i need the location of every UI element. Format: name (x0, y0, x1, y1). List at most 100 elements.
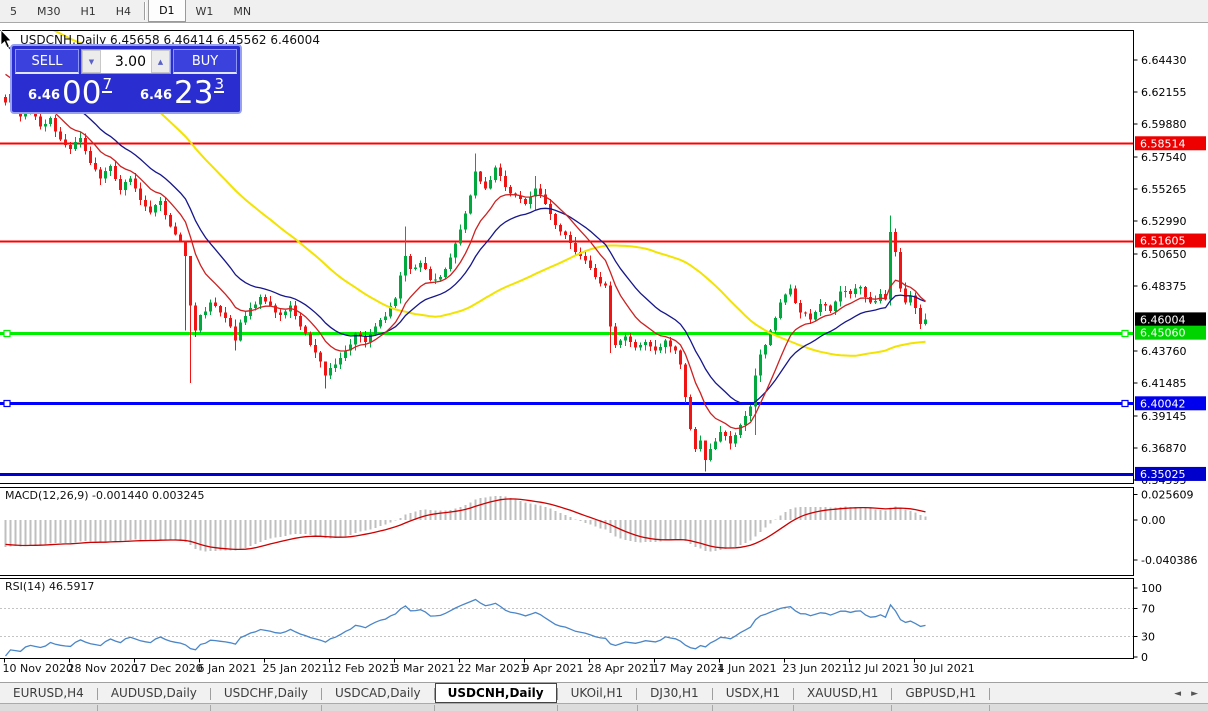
strip-separator (321, 705, 322, 711)
macd-tick-label: 0.00 (1141, 514, 1166, 527)
strip-separator (793, 705, 794, 711)
tab-scroll-left-button[interactable]: ◄ (1174, 689, 1181, 699)
strip-separator (557, 705, 558, 711)
date-tick-label: 28 Nov 2020 (68, 662, 138, 675)
symbol-tab-usdx[interactable]: USDX,H1 (713, 684, 793, 703)
date-tick-label: 9 Apr 2021 (523, 662, 584, 675)
price-level-label: 6.45060 (1140, 327, 1186, 340)
strip-separator (210, 705, 211, 711)
buy-price-prefix: 6.46 (140, 88, 172, 103)
price-tick-label: 6.64430 (1141, 54, 1187, 67)
sell-price-prefix: 6.46 (28, 88, 60, 103)
date-tick-label: 4 Jun 2021 (718, 662, 777, 675)
date-tick-label: 28 Apr 2021 (588, 662, 656, 675)
strip-separator (97, 705, 98, 711)
sell-price[interactable]: 6.46 00 7 (15, 76, 125, 109)
timeframe-button-d1[interactable]: D1 (148, 0, 185, 22)
price-tick-label: 6.57540 (1141, 151, 1187, 164)
volume-input[interactable] (101, 50, 151, 73)
price-level-label: 6.46004 (1140, 313, 1186, 326)
price-level-label: 6.40042 (1140, 397, 1186, 410)
price-tick-label: 6.36870 (1141, 442, 1187, 455)
buy-price-pips: 23 (174, 79, 213, 107)
symbol-tab-ukoil[interactable]: UKOil,H1 (558, 684, 637, 703)
symbol-tab-dj30[interactable]: DJ30,H1 (637, 684, 712, 703)
date-tick-label: 3 Mar 2021 (393, 662, 456, 675)
symbol-tabbar: EURUSD,H4AUDUSD,DailyUSDCHF,DailyUSDCAD,… (0, 682, 1208, 703)
strip-separator (989, 705, 990, 711)
timeframe-button-5[interactable]: 5 (0, 0, 27, 22)
sell-price-pips: 00 (62, 79, 101, 107)
symbol-tab-audusd[interactable]: AUDUSD,Daily (98, 684, 210, 703)
volume-decrease-button[interactable]: ▼ (82, 50, 101, 73)
timeframe-button-h1[interactable]: H1 (71, 0, 106, 22)
macd-label: MACD(12,26,9) -0.001440 0.003245 (5, 489, 204, 502)
price-axis[interactable]: 6.644306.621556.598806.575406.552656.529… (1134, 54, 1207, 487)
date-tick-label: 23 Jun 2021 (783, 662, 849, 675)
date-tick-label: 6 Jan 2021 (198, 662, 257, 675)
sell-button[interactable]: SELL (15, 49, 79, 74)
symbol-tab-eurusd[interactable]: EURUSD,H4 (0, 684, 97, 703)
buy-price-point: 3 (214, 77, 224, 93)
timeframe-toolbar: 5M30H1H4 D1W1MN (0, 0, 1208, 23)
rsi-panel[interactable] (0, 579, 1134, 659)
hline-handle[interactable] (4, 401, 10, 407)
price-tick-label: 6.48375 (1141, 280, 1187, 293)
volume-spinner: ▼ ▲ (81, 49, 171, 74)
strip-separator (637, 705, 638, 711)
timeframe-button-h4[interactable]: H4 (106, 0, 141, 22)
timeframe-button-m30[interactable]: M30 (27, 0, 71, 22)
price-tick-label: 6.55265 (1141, 183, 1187, 196)
date-tick-label: 10 Nov 2020 (3, 662, 73, 675)
tab-separator (989, 688, 990, 700)
indicator-axes: 0.025609 0.00 -0.040386 100 70 30 0 (1134, 489, 1198, 664)
hline-handle[interactable] (1122, 331, 1128, 337)
bottom-strip (0, 703, 1208, 711)
symbol-tab-usdchf[interactable]: USDCHF,Daily (211, 684, 321, 703)
chart-window: 6.644306.621556.598806.575406.552656.529… (0, 30, 1208, 682)
symbol-tab-usdcad[interactable]: USDCAD,Daily (322, 684, 434, 703)
rsi-tick-label: 70 (1141, 603, 1155, 616)
hline-handle[interactable] (1122, 401, 1128, 407)
price-tick-label: 6.62155 (1141, 86, 1187, 99)
chart-surface[interactable]: 6.644306.621556.598806.575406.552656.529… (0, 30, 1208, 682)
price-level-label: 6.58514 (1140, 137, 1186, 150)
date-tick-label: 22 Mar 2021 (458, 662, 528, 675)
price-tick-label: 6.52990 (1141, 215, 1187, 228)
one-click-trade-panel: SELL ▼ ▲ BUY 6.46 00 7 6.46 23 3 (10, 44, 242, 114)
rsi-tick-label: 30 (1141, 630, 1155, 643)
strip-separator (891, 705, 892, 711)
symbol-tab-usdcnh[interactable]: USDCNH,Daily (435, 683, 557, 703)
timeframe-button-mn[interactable]: MN (223, 0, 261, 22)
rsi-tick-label: 100 (1141, 582, 1162, 595)
symbol-tab-gbpusd[interactable]: GBPUSD,H1 (892, 684, 989, 703)
macd-tick-label: 0.025609 (1141, 489, 1194, 502)
tab-scroll-right-button[interactable]: ► (1191, 689, 1198, 699)
rsi-label: RSI(14) 46.5917 (5, 580, 94, 593)
price-tick-label: 6.43760 (1141, 345, 1187, 358)
symbol-tab-xauusd[interactable]: XAUUSD,H1 (794, 684, 891, 703)
date-axis[interactable]: 10 Nov 202028 Nov 202017 Dec 20206 Jan 2… (3, 659, 975, 676)
strip-separator (712, 705, 713, 711)
volume-increase-button[interactable]: ▲ (151, 50, 170, 73)
buy-button[interactable]: BUY (173, 49, 237, 74)
rsi-tick-label: 0 (1141, 651, 1148, 664)
toolbar-separator (144, 2, 145, 20)
date-tick-label: 12 Jul 2021 (848, 662, 910, 675)
buy-price[interactable]: 6.46 23 3 (127, 76, 237, 109)
price-tick-label: 6.41485 (1141, 377, 1187, 390)
price-level-label: 6.35025 (1140, 468, 1186, 481)
price-tick-label: 6.50650 (1141, 248, 1187, 261)
date-tick-label: 17 May 2021 (653, 662, 725, 675)
date-tick-label: 30 Jul 2021 (913, 662, 975, 675)
price-tick-label: 6.39145 (1141, 410, 1187, 423)
timeframe-button-w1[interactable]: W1 (186, 0, 224, 22)
price-level-label: 6.51605 (1140, 235, 1186, 248)
date-tick-label: 12 Feb 2021 (328, 662, 396, 675)
macd-tick-label: -0.040386 (1141, 554, 1197, 567)
strip-separator (434, 705, 435, 711)
hline-handle[interactable] (4, 331, 10, 337)
date-tick-label: 25 Jan 2021 (263, 662, 329, 675)
date-tick-label: 17 Dec 2020 (133, 662, 203, 675)
mouse-cursor-icon (0, 30, 14, 50)
